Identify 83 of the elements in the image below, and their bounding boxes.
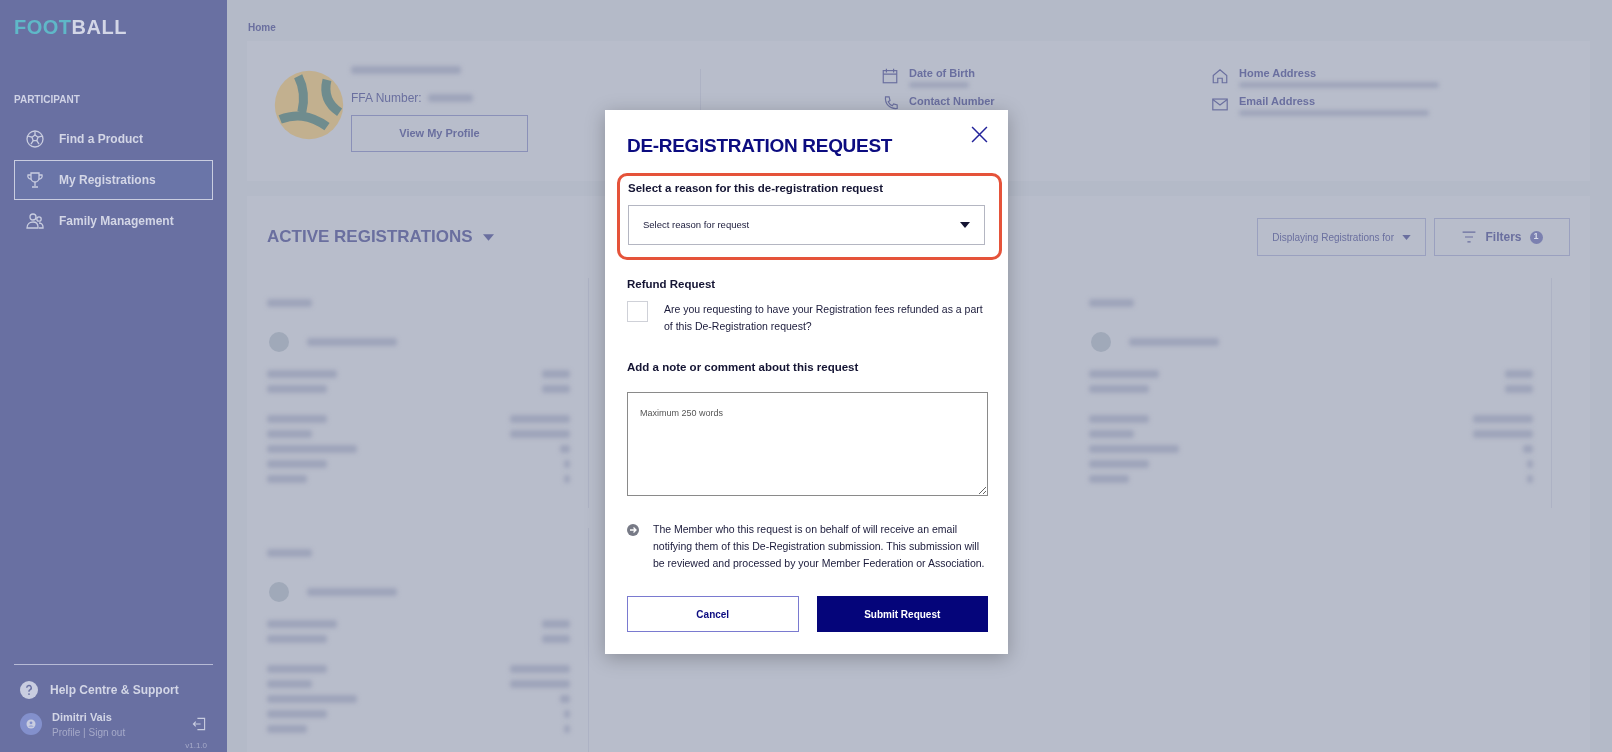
blurred-text [510,665,570,673]
caret-icon [1402,234,1411,240]
caret-icon [482,233,494,241]
blurred-text [1473,415,1533,423]
field-label: Email Address [1239,95,1316,108]
reason-select[interactable]: Select reason for request [628,204,985,245]
blurred-text [510,680,570,688]
breadcrumb-link[interactable]: Home [248,20,1590,35]
blurred-text [427,94,473,102]
blurred-text [542,385,570,393]
blurred-text [267,549,312,557]
blurred-text [267,635,327,643]
field-label: Home Address [1239,67,1318,80]
home-icon [1211,67,1229,85]
view-profile-button[interactable]: View My Profile [351,115,528,152]
user-name: Dimitri Vais [52,709,113,725]
section-title: ACTIVE REGISTRATIONS [267,226,473,249]
ffa-label: FFA Number: [351,90,422,107]
sidebar-item[interactable]: Family Management [14,201,213,241]
filter-count: 1 [1529,230,1543,244]
checkbox[interactable] [627,301,648,322]
field-label: Select a reason for this de-registration request [628,180,884,196]
blurred-text [267,475,307,483]
blurred-text [1088,475,1129,483]
help-icon [20,680,38,699]
blurred-text [267,710,327,718]
ball-icon [25,129,45,149]
club-badge-icon [1088,330,1113,354]
blurred-text [542,620,570,628]
blurred-text [267,725,307,733]
logo: FOOTBALL [14,15,128,40]
dialog-title: DE-REGISTRATION REQUEST [627,134,893,158]
blurred-text [1473,430,1533,438]
blurred-text [267,415,327,423]
blurred-text [267,430,312,438]
mail-icon [1211,95,1229,113]
sidebar-item[interactable]: My Registrations [14,160,213,200]
filter-icon [1461,230,1478,244]
blurred-text [542,635,570,643]
info-text: The Member who this request is on behalf of will receive an email notifying them of this De-Registration submission. This submission will be reviewed and processed by your Member Federation or Association. [653,522,986,572]
club-badge-icon [267,580,291,604]
blurred-text [1088,299,1134,307]
profile-links[interactable]: Profile | Sign out [52,725,181,740]
submit-button[interactable]: Submit Request [816,596,988,633]
logout-icon [191,716,207,733]
comment-field[interactable]: Maximum 250 words [627,392,988,497]
checkbox-label: Are you requesting to have your Registration fees refunded as a part of this De-Registration request? [664,302,984,334]
blurred-text [542,370,570,378]
help-link[interactable]: Help Centre & Support [50,680,179,699]
blurred-text [1088,460,1149,468]
cancel-button[interactable]: Cancel [627,596,799,633]
calendar-icon [881,67,899,85]
blurred-text [267,299,312,307]
trophy-icon [25,170,45,190]
sidebar-item[interactable]: Find a Product [14,119,213,159]
section-label: PARTICIPANT [14,93,81,107]
filters-button[interactable]: Filters 1 [1434,218,1570,256]
blurred-text [510,430,570,438]
display-dropdown[interactable]: Displaying Registrations for [1257,218,1426,256]
blurred-text [1088,370,1159,378]
info-arrow-icon [627,524,639,537]
blurred-text [1088,415,1149,423]
blurred-text [267,460,327,468]
blurred-text [267,385,327,393]
blurred-text [267,370,337,378]
people-icon [25,211,45,231]
close-icon [971,126,988,144]
field-label: Refund Request [627,276,717,292]
blurred-text [1505,370,1533,378]
field-label: Date of Birth [909,67,975,80]
caret-icon [960,221,970,228]
club-logo [273,69,345,141]
blurred-text [1088,430,1134,438]
field-label: Contact Number [909,95,995,108]
blurred-text [1505,385,1533,393]
blurred-text [510,415,570,423]
blurred-text [1088,385,1149,393]
blurred-text [267,680,312,688]
blurred-text [267,665,327,673]
field-label: Add a note or comment about this request [627,360,860,375]
avatar-icon [20,713,42,736]
club-badge-icon [267,330,291,354]
blurred-text [267,620,337,628]
